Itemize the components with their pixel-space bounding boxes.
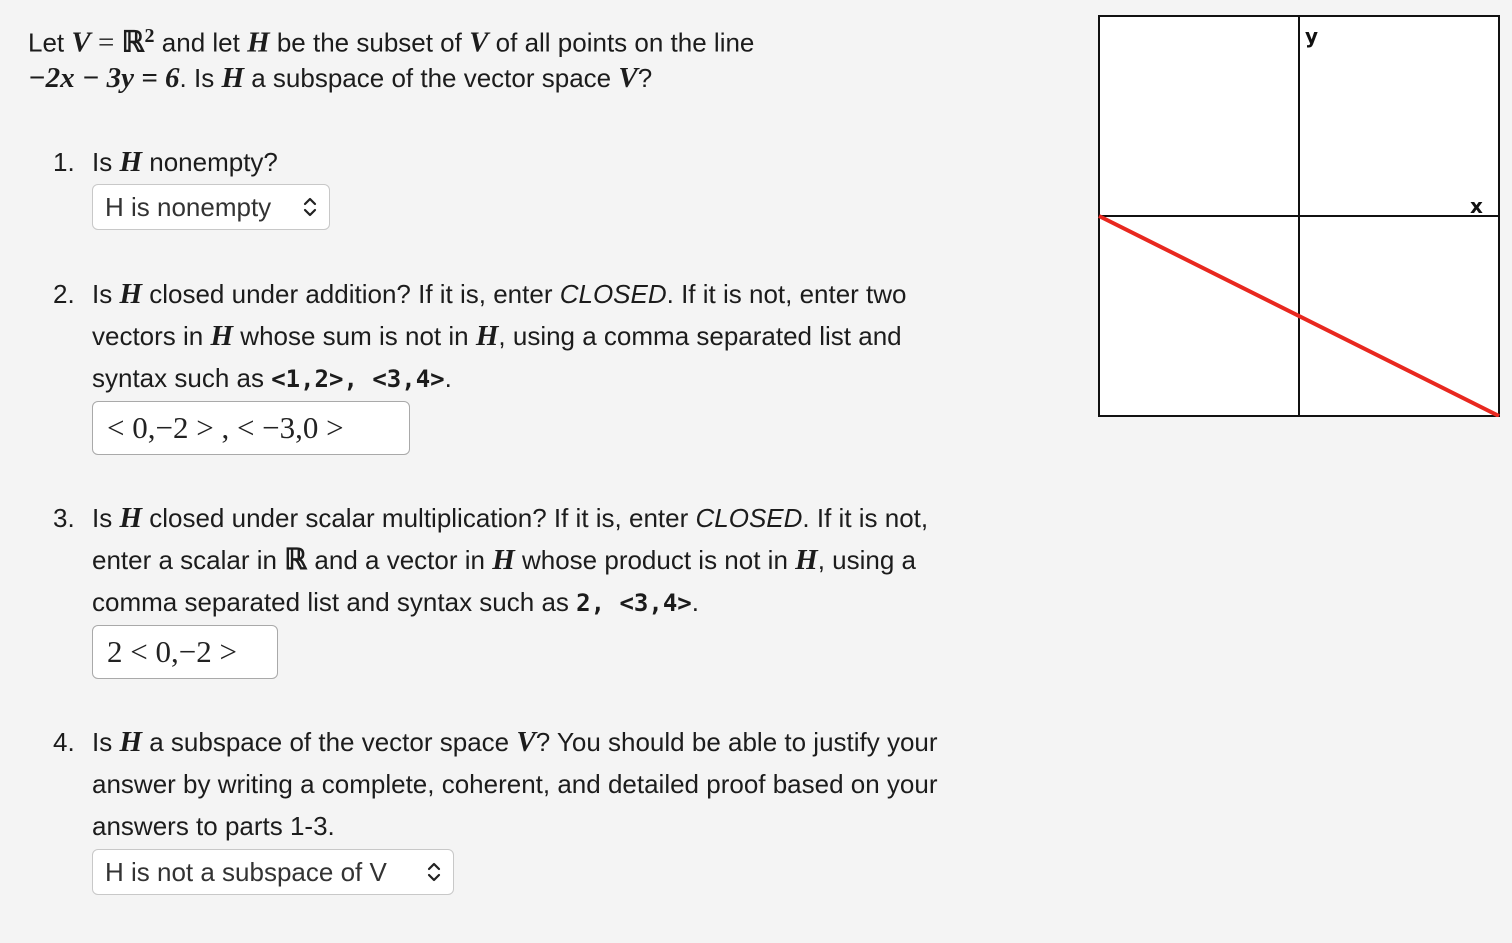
addition-answer-field[interactable]: < 0,−2 > , < −3,0 >	[92, 401, 410, 455]
syntax-example: 2, <3,4>	[576, 589, 692, 617]
text: . Is	[179, 63, 222, 93]
text: syntax such as	[92, 363, 272, 393]
math-var: V	[618, 62, 638, 94]
question-number: 4.	[53, 727, 75, 757]
subspace-select[interactable]: H is not a subspace of V	[92, 849, 454, 895]
nonempty-select[interactable]: H is nonempty	[92, 184, 330, 230]
math-var: H	[119, 146, 143, 178]
text: closed under addition? If it is, enter	[142, 279, 560, 309]
question-2-line-2: vectors in H whose sum is not in H, usin…	[92, 315, 902, 357]
text: and a vector in	[307, 545, 493, 575]
text: .	[691, 587, 699, 617]
question-4-line-1: Is H a subspace of the vector space V? Y…	[92, 721, 938, 763]
updown-chevron-icon	[303, 197, 317, 217]
text: ? You should be able to justify your	[535, 727, 938, 757]
math-var: H	[221, 62, 245, 94]
math-var: H	[795, 544, 818, 576]
math-var: H	[119, 278, 143, 310]
math-equation: −2x − 3y = 6	[28, 62, 180, 94]
question-number: 2.	[53, 279, 75, 309]
math-var: H	[210, 320, 234, 352]
line-graph: x y	[1098, 15, 1500, 417]
text: be the subset of	[269, 27, 470, 58]
math-superscript: 2	[144, 25, 155, 47]
text: whose product is not in	[514, 545, 796, 575]
question-4-line-3: answers to parts 1-3.	[92, 811, 335, 841]
updown-chevron-icon	[427, 862, 441, 882]
question-4-line-2: answer by writing a complete, coherent, …	[92, 769, 938, 799]
answer-value: < 0,−2 > , < −3,0 >	[107, 410, 344, 445]
text: , using a	[817, 545, 916, 575]
syntax-example: <1,2>, <3,4>	[271, 365, 445, 393]
answer-value: 2 < 0,−2 >	[107, 634, 237, 669]
text: a subspace of the vector space	[244, 63, 619, 93]
text: .	[444, 363, 452, 393]
math-var: V	[71, 26, 91, 59]
text: a subspace of the vector space	[142, 727, 517, 757]
text: Let	[28, 27, 72, 58]
text: vectors in	[92, 321, 211, 351]
text: Is	[92, 279, 120, 309]
text: enter a scalar in	[92, 545, 285, 575]
text: and let	[154, 27, 248, 58]
text: ?	[637, 63, 653, 93]
text: Is	[92, 147, 120, 177]
text: Is	[92, 727, 120, 757]
text: nonempty?	[142, 147, 278, 177]
math-var: H	[247, 26, 270, 59]
math-var: H	[119, 502, 143, 534]
scalar-answer-field[interactable]: 2 < 0,−2 >	[92, 625, 278, 679]
question-3-line-3: comma separated list and syntax such as …	[92, 581, 699, 624]
question-3-line-2: enter a scalar in ℝ and a vector in H wh…	[92, 539, 916, 581]
keyword-closed: CLOSED	[695, 503, 803, 533]
text: closed under scalar multiplication? If i…	[142, 503, 696, 533]
question-number: 1.	[53, 147, 75, 177]
text: . If it is not,	[802, 503, 929, 533]
text: Is	[92, 503, 120, 533]
math-var: V	[516, 726, 536, 758]
math-reals: ℝ	[121, 26, 145, 59]
text: comma separated list and syntax such as	[92, 587, 577, 617]
keyword-closed: CLOSED	[559, 279, 667, 309]
y-axis-label: y	[1305, 24, 1318, 48]
math-reals: ℝ	[284, 544, 308, 576]
question-2-line-1: Is H closed under addition? If it is, en…	[92, 273, 907, 315]
text: . If it is not, enter two	[666, 279, 907, 309]
x-axis-label: x	[1470, 194, 1483, 218]
math-var: H	[492, 544, 515, 576]
math-eq: =	[90, 26, 122, 59]
select-value: H is not a subspace of V	[105, 857, 387, 887]
math-var: V	[469, 26, 489, 59]
text: whose sum is not in	[233, 321, 476, 351]
math-var: H	[475, 320, 499, 352]
text: of all points on the line	[488, 27, 755, 58]
math-var: H	[119, 726, 143, 758]
question-number: 3.	[53, 503, 75, 533]
problem-statement-line-2: −2x − 3y = 6. Is H a subspace of the vec…	[28, 57, 652, 99]
select-value: H is nonempty	[105, 192, 272, 222]
text: , using a comma separated list and	[498, 321, 902, 351]
question-3-line-1: Is H closed under scalar multiplication?…	[92, 497, 928, 539]
question-1-text: Is H nonempty?	[92, 141, 278, 183]
question-2-line-3: syntax such as <1,2>, <3,4>.	[92, 357, 452, 400]
